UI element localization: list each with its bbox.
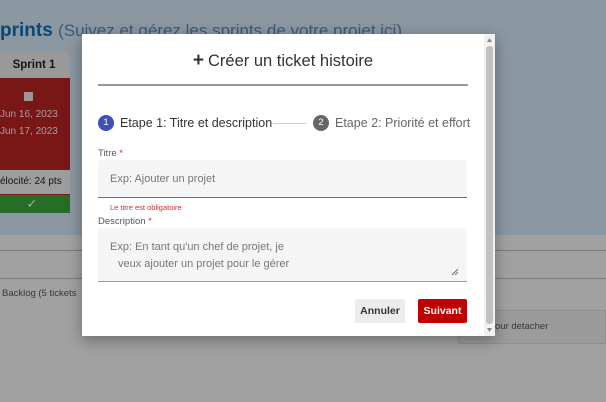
- title-divider: [98, 84, 468, 86]
- required-mark: *: [119, 148, 123, 159]
- scroll-thumb[interactable]: [486, 46, 493, 324]
- step-1[interactable]: 1 Etape 1: Titre et description: [98, 114, 272, 132]
- create-story-dialog: + Créer un ticket histoire 1 Etape 1: Tit…: [82, 34, 495, 336]
- title-placeholder: Exp: Ajouter un projet: [110, 173, 216, 185]
- required-mark: *: [148, 216, 152, 227]
- description-label-text: Description: [98, 216, 146, 227]
- description-placeholder-line-1: Exp: En tant qu'un chef de projet, je: [110, 241, 284, 253]
- scroll-up-arrow-icon[interactable]: [486, 36, 493, 44]
- step-1-label: Etape 1: Titre et description: [120, 116, 273, 130]
- description-placeholder-line-2: veux ajouter un projet pour le gérer: [118, 258, 290, 270]
- step-1-number: 1: [98, 115, 114, 131]
- step-2[interactable]: 2 Etape 2: Priorité et effort: [313, 114, 470, 132]
- title-field-label: Titre *: [98, 148, 123, 159]
- step-connector: [273, 123, 306, 124]
- next-button[interactable]: Suivant: [418, 299, 467, 323]
- scroll-down-arrow-icon[interactable]: [486, 326, 493, 334]
- dialog-title-text: Créer un ticket histoire: [208, 52, 374, 70]
- dialog-scrollbar[interactable]: [484, 34, 495, 336]
- title-label-text: Titre: [98, 148, 117, 159]
- title-error-message: Le titre est obligatoire: [110, 203, 182, 212]
- description-placeholder: Exp: En tant qu'un chef de projet, je ve…: [110, 239, 289, 273]
- cancel-button[interactable]: Annuler: [355, 299, 405, 323]
- description-textarea[interactable]: Exp: En tant qu'un chef de projet, je ve…: [98, 228, 467, 282]
- description-field-label: Description *: [98, 216, 152, 227]
- dialog-title: + Créer un ticket histoire: [82, 50, 484, 72]
- step-2-label: Etape 2: Priorité et effort: [335, 116, 471, 130]
- step-2-number: 2: [313, 115, 329, 131]
- title-input[interactable]: Exp: Ajouter un projet: [98, 160, 467, 198]
- plus-icon: +: [192, 50, 205, 71]
- resize-handle-icon[interactable]: [451, 268, 458, 275]
